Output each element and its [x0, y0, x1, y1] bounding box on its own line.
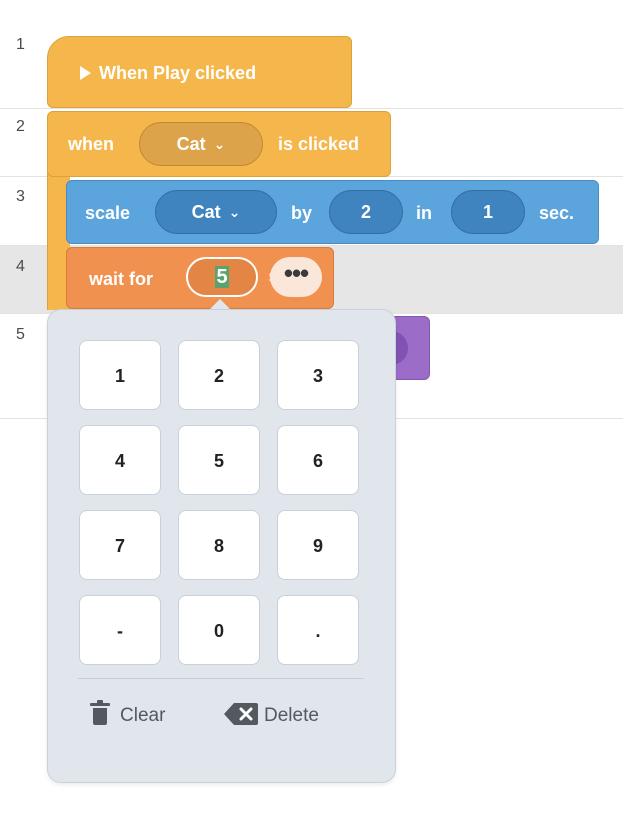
line-number: 3 — [16, 188, 25, 205]
line-number: 2 — [16, 118, 25, 135]
when-play-label-wrap: When Play clicked — [80, 63, 256, 84]
backspace-icon — [224, 703, 258, 725]
code-editor: 1 2 3 4 5 When Play clicked when Cat ⌄ is… — [0, 0, 623, 832]
key-8[interactable]: 8 — [178, 510, 260, 580]
sec-label: sec. — [539, 203, 575, 223]
ellipsis-icon: ••• — [283, 258, 309, 288]
keypad-divider — [78, 678, 364, 679]
key-minus[interactable]: - — [79, 595, 161, 665]
line-number: 1 — [16, 36, 25, 53]
when-label: when — [68, 134, 115, 154]
delete-label: Delete — [264, 705, 319, 726]
key-1[interactable]: 1 — [79, 340, 161, 410]
clear-label: Clear — [120, 705, 166, 726]
key-2[interactable]: 2 — [178, 340, 260, 410]
when-play-label: When Play clicked — [99, 63, 257, 83]
more-options-button[interactable]: ••• — [270, 257, 322, 297]
key-5[interactable]: 5 — [178, 425, 260, 495]
chevron-down-icon: ⌄ — [213, 136, 226, 152]
wait-value-input[interactable]: 5 — [186, 257, 258, 297]
key-7[interactable]: 7 — [79, 510, 161, 580]
line-number: 5 — [16, 326, 25, 343]
scale-target-value: Cat — [191, 202, 221, 222]
scale-by-input[interactable]: 2 — [329, 190, 403, 234]
is-clicked-label: is clicked — [278, 134, 360, 154]
scale-block[interactable]: scale Cat ⌄ by 2 in 1 sec. — [66, 180, 599, 244]
wait-value-selected: 5 — [215, 266, 229, 288]
chevron-down-icon: ⌄ — [228, 204, 241, 220]
key-decimal[interactable]: . — [277, 595, 359, 665]
by-label: by — [291, 203, 313, 223]
number-keypad: 1 2 3 4 5 6 7 8 9 - 0 . Clear Delete — [47, 309, 396, 783]
scale-label: scale — [85, 203, 131, 223]
key-6[interactable]: 6 — [277, 425, 359, 495]
scale-target-dropdown[interactable]: Cat ⌄ — [155, 190, 277, 234]
key-4[interactable]: 4 — [79, 425, 161, 495]
in-label: in — [416, 203, 432, 223]
line-number: 4 — [16, 258, 25, 275]
clear-button[interactable]: Clear — [90, 700, 166, 727]
trash-icon — [90, 700, 110, 725]
delete-button[interactable]: Delete — [224, 703, 319, 727]
target-dropdown[interactable]: Cat ⌄ — [139, 122, 263, 166]
key-0[interactable]: 0 — [178, 595, 260, 665]
wait-for-label: wait for — [89, 269, 154, 289]
play-icon — [80, 66, 91, 80]
when-clicked-block[interactable]: when Cat ⌄ is clicked — [47, 111, 391, 177]
line-separator — [0, 108, 623, 109]
when-play-clicked-block[interactable]: When Play clicked — [47, 36, 352, 108]
key-3[interactable]: 3 — [277, 340, 359, 410]
target-dropdown-value: Cat — [176, 134, 206, 154]
line-separator — [0, 245, 623, 246]
key-9[interactable]: 9 — [277, 510, 359, 580]
scale-duration-input[interactable]: 1 — [451, 190, 525, 234]
